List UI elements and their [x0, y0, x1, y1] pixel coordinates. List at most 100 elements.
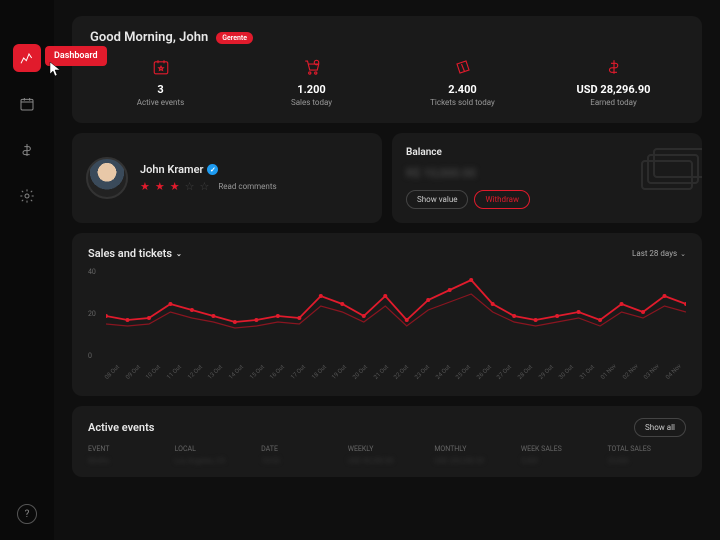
x-tick: 15 Out: [248, 364, 265, 381]
cell: 10/05: [261, 457, 340, 465]
hero-card: Good Morning, John Gerente 3 Active even…: [72, 16, 702, 123]
profile-card: John Kramer ✓ ★ ★ ★ ☆ ☆ Read comments: [72, 133, 382, 223]
active-events-card: Active events Show all EVENT LOCAL DATE WEE…: [72, 406, 702, 477]
column-header: DATE: [261, 445, 340, 453]
range-selector[interactable]: Last 28 days ⌄: [632, 249, 686, 258]
stat-sales-today: 1.200 Sales today: [241, 57, 382, 107]
x-tick: 22 Out: [393, 364, 410, 381]
stat-value: USD 28,296.90: [543, 83, 684, 96]
chart-area: 40 20 0 08 Out09 Out10 Out11 Out12 Out13…: [88, 270, 686, 382]
nav-settings[interactable]: [13, 182, 41, 210]
dollar-icon: [543, 57, 684, 77]
cell: Misfits: [88, 457, 167, 465]
cart-icon: [241, 57, 382, 77]
column-header: EVENT: [88, 445, 167, 453]
nav-dashboard-label: Dashboard: [45, 46, 107, 66]
star-icon: ★: [155, 180, 165, 193]
x-tick: 27 Out: [496, 364, 513, 381]
balance-card: Balance R$ 10,000.00 Show value Withdraw: [392, 133, 702, 223]
x-tick: 12 Out: [186, 364, 203, 381]
column-header: WEEKLY: [348, 445, 427, 453]
stat-value: 2.400: [392, 83, 533, 96]
read-comments-link[interactable]: Read comments: [218, 182, 276, 191]
x-tick: 25 Out: [455, 364, 472, 381]
chart-card: Sales and tickets ⌄ Last 28 days ⌄ 40 20…: [72, 233, 702, 396]
column-header: MONTHLY: [434, 445, 513, 453]
nav-finance[interactable]: [13, 136, 41, 164]
stat-label: Active events: [90, 98, 231, 107]
profile-name-row: John Kramer ✓: [140, 163, 277, 176]
x-tick: 16 Out: [269, 364, 286, 381]
x-tick: 30 Out: [558, 364, 575, 381]
star-icon: ★: [140, 180, 150, 193]
cell: Los Angeles, CA: [175, 457, 254, 465]
x-tick: 24 Out: [434, 364, 451, 381]
x-tick: 18 Out: [310, 364, 327, 381]
stat-value: 3: [90, 83, 231, 96]
column-header: LOCAL: [175, 445, 254, 453]
x-tick: 08 Out: [104, 364, 121, 381]
stat-label: Sales today: [241, 98, 382, 107]
x-tick: 29 Out: [537, 364, 554, 381]
x-tick: 13 Out: [207, 364, 224, 381]
column-header: TOTAL SALES: [607, 445, 686, 453]
x-tick: 26 Out: [475, 364, 492, 381]
x-tick: 28 Out: [517, 364, 534, 381]
x-tick: 11 Out: [165, 364, 182, 381]
stat-label: Earned today: [543, 98, 684, 107]
chevron-down-icon: ⌄: [680, 250, 686, 258]
stat-label: Tickets sold today: [392, 98, 533, 107]
y-tick: 40: [88, 268, 96, 276]
stat-active-events: 3 Active events: [90, 57, 231, 107]
x-tick: 14 Out: [227, 364, 244, 381]
star-icon: ★: [170, 180, 180, 193]
x-tick: 09 Out: [124, 364, 141, 381]
avatar: [86, 157, 128, 199]
role-pill: Gerente: [216, 32, 253, 44]
rating: ★ ★ ★ ☆ ☆ Read comments: [140, 180, 277, 193]
x-tick: 02 Nov: [621, 363, 639, 381]
show-value-button[interactable]: Show value: [406, 190, 468, 209]
profile-name: John Kramer: [140, 163, 203, 176]
x-tick: 03 Nov: [643, 363, 661, 381]
column-header: WEEK SALES: [521, 445, 600, 453]
y-tick: 20: [88, 310, 96, 318]
x-tick: 19 Out: [331, 364, 348, 381]
cell: 5,000: [521, 457, 600, 465]
sidebar: Dashboard ?: [0, 0, 54, 540]
table-header: EVENT LOCAL DATE WEEKLY MONTHLY WEEK SALES TOT…: [88, 445, 686, 453]
events-title: Active events: [88, 421, 154, 434]
help-button[interactable]: ?: [17, 504, 37, 524]
x-tick: 17 Out: [289, 364, 306, 381]
greeting: Good Morning, John: [90, 30, 208, 45]
balance-hidden-value: R$ 10,000.00: [406, 166, 688, 180]
chart-svg: [106, 270, 686, 360]
nav-calendar[interactable]: [13, 90, 41, 118]
table-row: Misfits Los Angeles, CA 10/05 USD 90,280.80…: [88, 457, 686, 465]
ticket-icon: [392, 57, 533, 77]
nav-dashboard[interactable]: Dashboard: [13, 44, 41, 72]
x-tick: 01 Nov: [599, 363, 617, 381]
x-tick: 23 Out: [413, 364, 430, 381]
star-empty-icon: ☆: [185, 180, 195, 193]
show-all-button[interactable]: Show all: [634, 418, 686, 437]
cell: 20,000: [607, 457, 686, 465]
x-tick: 31 Out: [579, 364, 596, 381]
chart-title[interactable]: Sales and tickets ⌄: [88, 247, 182, 260]
stat-tickets-sold: 2.400 Tickets sold today: [392, 57, 533, 107]
main-content: Good Morning, John Gerente 3 Active even…: [54, 0, 720, 540]
withdraw-button[interactable]: Withdraw: [474, 190, 530, 209]
stat-value: 1.200: [241, 83, 382, 96]
cell: USD 200,280.00: [434, 457, 513, 465]
y-tick: 0: [88, 352, 92, 360]
cell: USD 90,280.80: [348, 457, 427, 465]
x-tick: 21 Out: [372, 364, 389, 381]
x-tick: 10 Out: [145, 364, 162, 381]
x-ticks: 08 Out09 Out10 Out11 Out12 Out13 Out14 O…: [106, 375, 686, 382]
x-tick: 04 Nov: [665, 363, 683, 381]
stat-earned-today: USD 28,296.90 Earned today: [543, 57, 684, 107]
x-tick: 20 Out: [351, 364, 368, 381]
star-empty-icon: ☆: [200, 180, 210, 193]
calendar-star-icon: [90, 57, 231, 77]
chevron-down-icon: ⌄: [176, 250, 182, 258]
